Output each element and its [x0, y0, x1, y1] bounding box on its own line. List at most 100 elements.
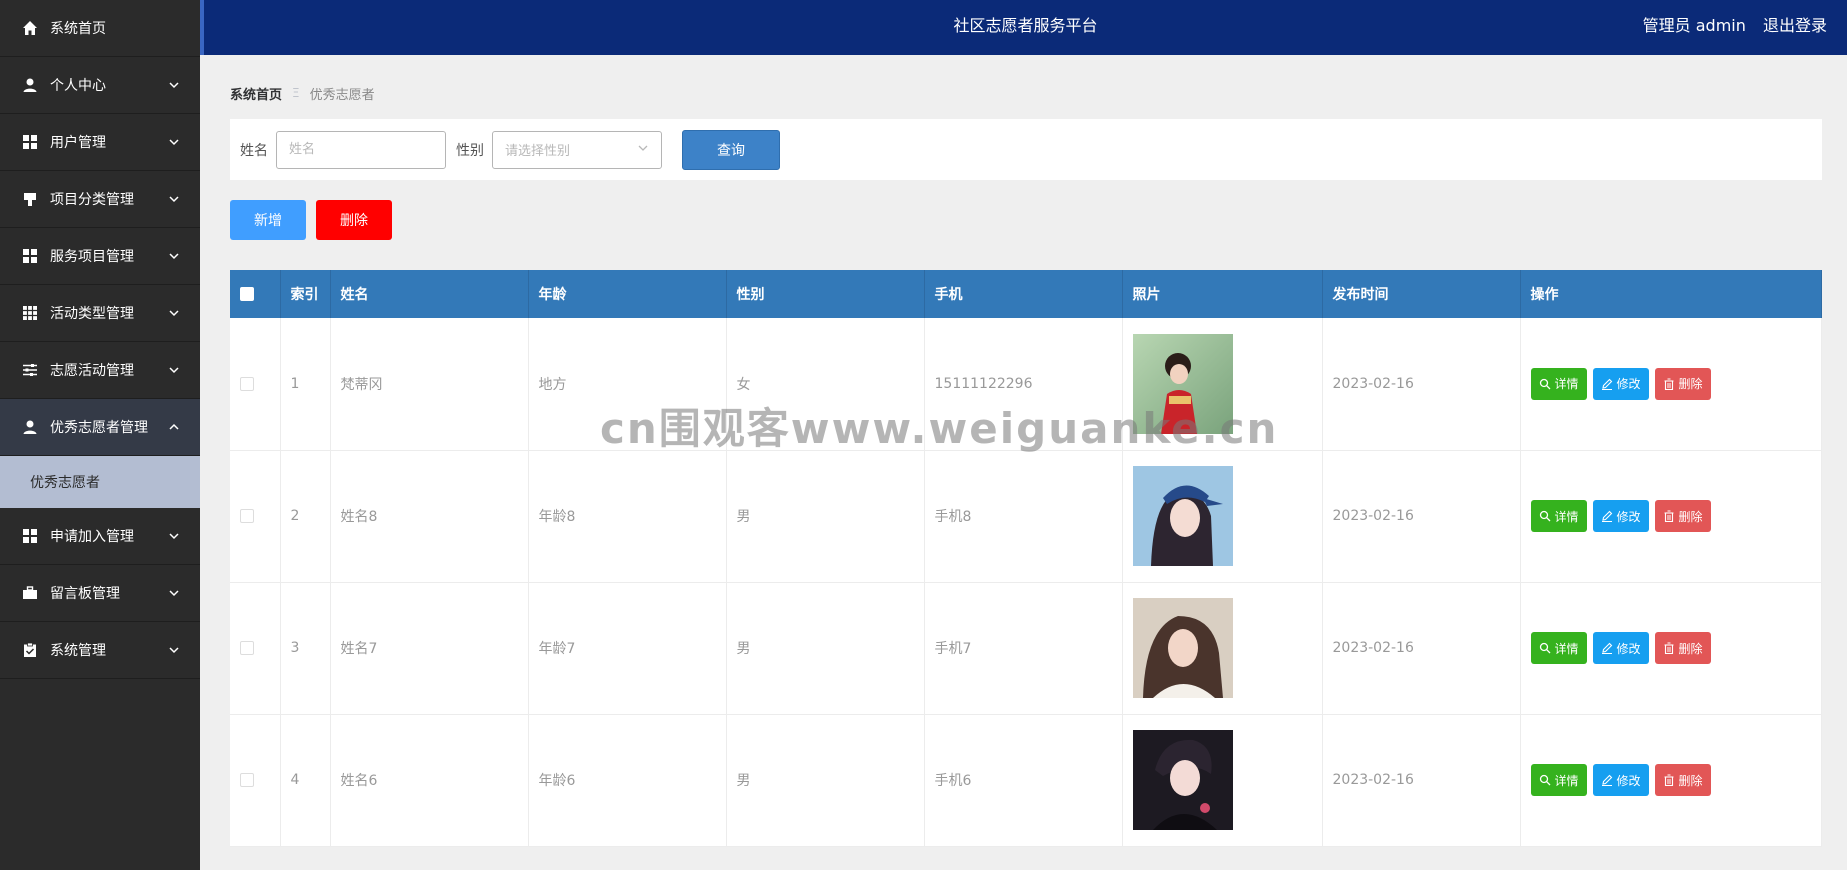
breadcrumb: 系统首页 Ξ 优秀志愿者	[230, 83, 1822, 103]
edit-label: 修改	[1616, 641, 1641, 656]
chevron-down-icon	[168, 307, 180, 319]
name-search-input[interactable]	[276, 130, 446, 169]
cell-gender: 男	[726, 450, 925, 583]
cell-gender: 男	[726, 582, 925, 715]
search-icon	[1539, 642, 1550, 654]
query-button[interactable]: 查询	[682, 129, 780, 170]
pencil-icon	[1601, 510, 1612, 522]
cell-phone: 手机6	[924, 714, 1123, 847]
home-icon	[22, 20, 38, 36]
chevron-down-icon	[168, 364, 180, 376]
volunteer-photo	[1132, 333, 1233, 434]
cell-index: 3	[280, 582, 331, 715]
sidebar-item-service-project[interactable]: 服务项目管理	[0, 228, 200, 285]
delete-label: 删除	[1678, 773, 1703, 788]
delete-button[interactable]: 删除	[1654, 500, 1711, 532]
col-phone: 手机	[924, 270, 1123, 318]
cell-photo	[1122, 318, 1323, 451]
trash-icon	[1664, 642, 1674, 654]
detail-button[interactable]: 详情	[1530, 500, 1587, 532]
sidebar-item-label: 系统管理	[50, 643, 106, 659]
sidebar-item-join-application[interactable]: 申请加入管理	[0, 508, 200, 565]
sidebar-item-excellent-volunteer[interactable]: 优秀志愿者管理	[0, 399, 200, 456]
detail-label: 详情	[1554, 377, 1579, 392]
sidebar-item-home[interactable]: 系统首页	[0, 0, 200, 57]
sidebar-item-label: 个人中心	[50, 78, 106, 94]
table-header-row: 索引 姓名 年龄 性别 手机 照片 发布时间 操作	[230, 270, 1822, 318]
grid-icon	[22, 528, 38, 544]
row-checkbox[interactable]	[240, 376, 254, 391]
cell-publish-time: 2023-02-16	[1322, 318, 1521, 451]
cell-phone: 15111122296	[924, 318, 1123, 451]
gender-select-placeholder: 请选择性别	[505, 144, 571, 159]
delete-button[interactable]: 删除	[1654, 367, 1711, 400]
delete-button[interactable]: 删除	[1654, 632, 1711, 664]
logout-link[interactable]: 退出登录	[1763, 16, 1827, 35]
sidebar-item-message-board[interactable]: 留言板管理	[0, 565, 200, 622]
cell-publish-time: 2023-02-16	[1322, 582, 1521, 715]
sidebar-item-label: 活动类型管理	[50, 306, 134, 322]
trash-icon	[1664, 774, 1674, 786]
detail-button[interactable]: 详情	[1530, 367, 1587, 400]
edit-button[interactable]: 修改	[1592, 367, 1649, 400]
table-row: 4 姓名6 年龄6 男 手机6 2023-02-16 详情 修改 删除	[230, 714, 1822, 847]
cell-gender: 女	[726, 318, 925, 451]
chevron-down-icon	[168, 587, 180, 599]
edit-button[interactable]: 修改	[1592, 632, 1649, 664]
sidebar-item-label: 系统首页	[50, 21, 106, 37]
breadcrumb-separator: Ξ	[292, 86, 300, 100]
sidebar-item-volunteer-activity[interactable]: 志愿活动管理	[0, 342, 200, 399]
sidebar-item-users[interactable]: 用户管理	[0, 114, 200, 171]
chevron-down-icon	[637, 142, 649, 158]
edit-button[interactable]: 修改	[1592, 500, 1649, 532]
detail-button[interactable]: 详情	[1530, 764, 1587, 796]
gender-label: 性别	[456, 142, 484, 159]
row-select-cell	[230, 582, 281, 715]
cell-phone: 手机7	[924, 582, 1123, 715]
add-button[interactable]: 新增	[230, 200, 306, 240]
header-user-area: 管理员 admin 退出登录	[1631, 0, 1827, 52]
edit-label: 修改	[1616, 773, 1641, 788]
gender-select[interactable]: 请选择性别	[492, 130, 662, 169]
trash-icon	[1664, 510, 1674, 522]
col-photo: 照片	[1122, 270, 1323, 318]
volunteer-photo	[1132, 730, 1233, 830]
cell-index: 2	[280, 450, 331, 583]
edit-button[interactable]: 修改	[1592, 764, 1649, 796]
delete-button[interactable]: 删除	[1654, 764, 1711, 796]
delete-label: 删除	[1678, 641, 1703, 656]
select-all-checkbox[interactable]	[240, 287, 254, 301]
sidebar-subitem-excellent-volunteer[interactable]: 优秀志愿者	[0, 456, 200, 508]
sidebar-item-label: 项目分类管理	[50, 192, 134, 208]
breadcrumb-current: 优秀志愿者	[309, 87, 375, 103]
cell-index: 1	[280, 318, 331, 451]
row-checkbox[interactable]	[240, 641, 254, 655]
delete-label: 删除	[1678, 509, 1703, 524]
chevron-down-icon	[168, 193, 180, 205]
detail-button[interactable]: 详情	[1530, 632, 1587, 664]
volunteer-photo	[1132, 466, 1233, 566]
batch-delete-button[interactable]: 删除	[316, 200, 392, 240]
table-icon	[22, 305, 38, 321]
chevron-down-icon	[168, 136, 180, 148]
chevron-down-icon	[168, 530, 180, 542]
col-gender: 性别	[726, 270, 925, 318]
sidebar-item-system[interactable]: 系统管理	[0, 622, 200, 679]
main-content: 系统首页 Ξ 优秀志愿者 姓名 性别 请选择性别 查询 新增 删除 索引 姓名 …	[230, 55, 1822, 847]
sidebar-item-project-category[interactable]: 项目分类管理	[0, 171, 200, 228]
breadcrumb-home[interactable]: 系统首页	[230, 84, 282, 103]
sidebar-item-activity-type[interactable]: 活动类型管理	[0, 285, 200, 342]
top-header: 社区志愿者服务平台 管理员 admin 退出登录	[200, 0, 1847, 55]
row-checkbox[interactable]	[240, 509, 254, 523]
sidebar-item-label: 申请加入管理	[50, 529, 134, 545]
grid-icon	[22, 248, 38, 264]
sidebar-item-profile[interactable]: 个人中心	[0, 57, 200, 114]
volunteer-table: 索引 姓名 年龄 性别 手机 照片 发布时间 操作 1 梵蒂冈 地方 女 151…	[230, 270, 1822, 847]
cell-gender: 男	[726, 714, 925, 847]
cell-name: 姓名7	[330, 582, 529, 715]
row-select-cell	[230, 318, 281, 451]
cell-age: 地方	[528, 318, 727, 451]
detail-label: 详情	[1554, 773, 1579, 788]
cell-publish-time: 2023-02-16	[1322, 714, 1521, 847]
row-checkbox[interactable]	[240, 773, 254, 787]
